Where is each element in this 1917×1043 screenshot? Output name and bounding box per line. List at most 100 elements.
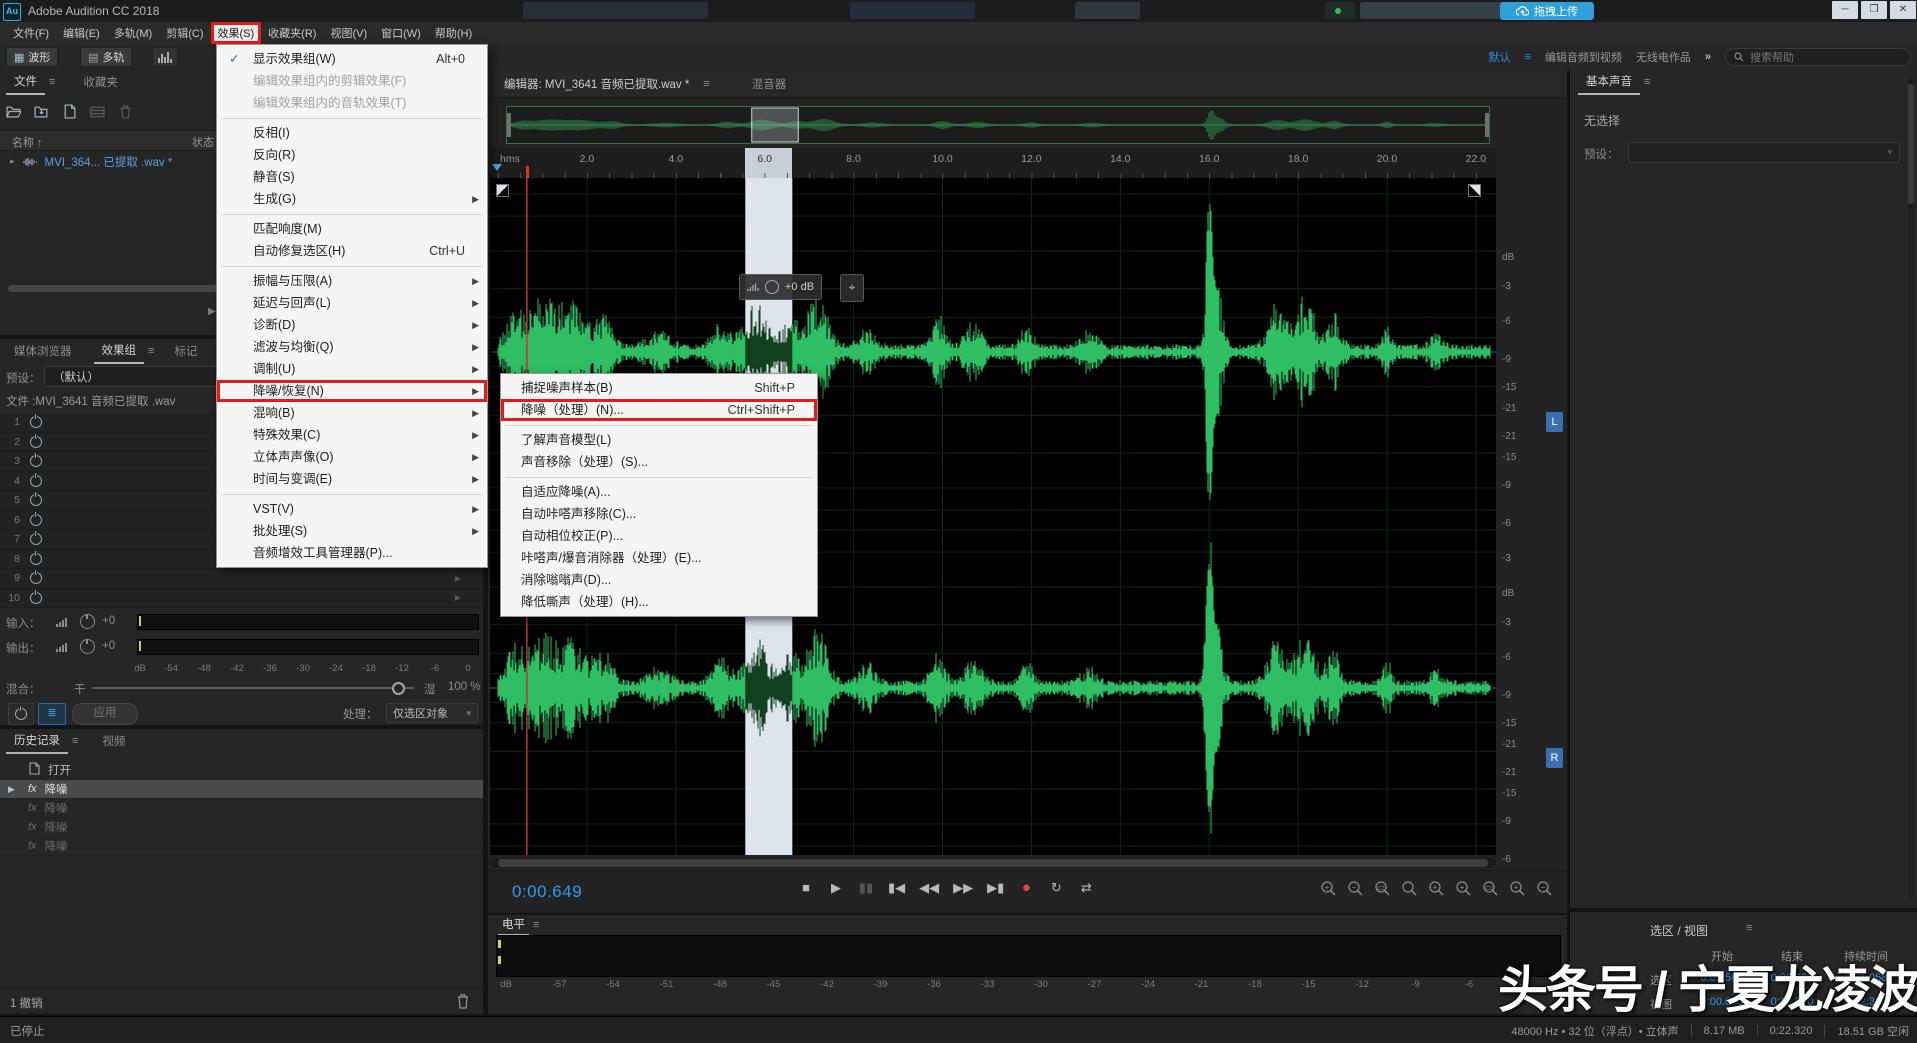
- ruler-playhead-handle[interactable]: [526, 166, 529, 178]
- menu-item-批处理(S)[interactable]: 批处理(S)▶: [217, 520, 487, 542]
- workspace-menu-icon[interactable]: ≡: [1524, 51, 1530, 63]
- menu-item-调制(U)[interactable]: 调制(U)▶: [217, 358, 487, 380]
- effects-rack-menu-icon[interactable]: ≡: [144, 345, 158, 357]
- menu-item-音频增效工具管理器(P)...[interactable]: 音频增效工具管理器(P)...: [217, 542, 487, 564]
- menubar-item-收藏夹(R)[interactable]: 收藏夹(R): [261, 22, 323, 44]
- menu-item-显示效果组(W)[interactable]: ✓显示效果组(W)Alt+0: [217, 48, 487, 70]
- skip-selection-button[interactable]: ⇄: [1078, 880, 1094, 896]
- name-column-header[interactable]: 名称 ↑: [12, 134, 43, 150]
- power-icon[interactable]: [30, 553, 42, 565]
- menu-item-生成(G)[interactable]: 生成(G)▶: [217, 188, 487, 210]
- power-icon[interactable]: [30, 436, 42, 448]
- horizontal-scrollbar-thumb[interactable]: [498, 859, 1488, 867]
- menubar-item-文件(F)[interactable]: 文件(F): [6, 22, 56, 44]
- zoom-in-at-in-point-button[interactable]: +: [1428, 880, 1445, 902]
- stop-button[interactable]: ■: [798, 880, 814, 895]
- power-icon[interactable]: [30, 533, 42, 545]
- zoom-out-amplitude-button[interactable]: −: [1347, 880, 1364, 902]
- menu-item-了解声音模型(L)[interactable]: 了解声音模型(L): [501, 429, 817, 451]
- menubar-item-编辑(E)[interactable]: 编辑(E): [56, 22, 107, 44]
- zoom-reset-button[interactable]: [1401, 880, 1418, 902]
- essential-sound-menu-icon[interactable]: ≡: [1640, 76, 1654, 88]
- menu-item-消除嗡嗡声(D)...[interactable]: 消除嗡嗡声(D)...: [501, 569, 817, 591]
- menu-item-降噪/恢复(N)[interactable]: 降噪/恢复(N)▶: [217, 380, 487, 402]
- tab-history[interactable]: 历史记录: [6, 728, 68, 754]
- menu-item-VST(V)[interactable]: VST(V)▶: [217, 498, 487, 520]
- upload-button[interactable]: 拖拽上传: [1500, 2, 1594, 20]
- tab-markers[interactable]: 标记: [166, 339, 205, 363]
- volume-hud[interactable]: +0 dB: [739, 274, 822, 300]
- import-file-icon[interactable]: [34, 104, 49, 124]
- history-item-降噪[interactable]: fx降噪: [0, 837, 483, 856]
- menubar-item-视图(V)[interactable]: 视图(V): [323, 22, 374, 44]
- files-panel-menu-icon[interactable]: ≡: [45, 76, 59, 88]
- mix-slider-knob[interactable]: [392, 682, 405, 695]
- menu-item-匹配响度(M)[interactable]: 匹配响度(M): [217, 218, 487, 240]
- zoom-in-horizontal-button[interactable]: +: [1509, 880, 1526, 902]
- play-button[interactable]: ▶: [828, 880, 844, 896]
- history-item-打开[interactable]: 打开: [0, 761, 483, 780]
- menu-item-滤波与均衡(Q)[interactable]: 滤波与均衡(Q)▶: [217, 336, 487, 358]
- menu-item-延迟与回声(L)[interactable]: 延迟与回声(L)▶: [217, 292, 487, 314]
- tab-video[interactable]: 视频: [94, 729, 133, 753]
- mix-slider-track[interactable]: [92, 687, 414, 689]
- history-panel-menu-icon[interactable]: ≡: [68, 735, 82, 747]
- effect-slot-10[interactable]: 10▶: [0, 589, 483, 609]
- apply-button[interactable]: 应用: [72, 703, 138, 725]
- rewind-button[interactable]: ◀◀: [919, 880, 939, 896]
- horizontal-scrollbar[interactable]: [490, 858, 1496, 868]
- minimize-button[interactable]: ─: [1832, 1, 1858, 19]
- slot-arrow-icon[interactable]: ▶: [455, 593, 461, 602]
- tab-favorites[interactable]: 收藏夹: [75, 70, 126, 94]
- vertical-scrollbar[interactable]: [1908, 78, 1914, 898]
- maximize-button[interactable]: ❐: [1861, 1, 1887, 19]
- rack-list-button[interactable]: ≣: [38, 703, 66, 725]
- channel-right-button[interactable]: R: [1546, 748, 1563, 768]
- menu-item-降低嘶声（处理）(H)...[interactable]: 降低嘶声（处理）(H)...: [501, 591, 817, 613]
- zoom-in-at-out-point-button[interactable]: +: [1455, 880, 1472, 902]
- levels-panel-menu-icon[interactable]: ≡: [529, 919, 543, 931]
- tab-essential-sound[interactable]: 基本声音: [1578, 69, 1640, 95]
- zoom-selection-button[interactable]: ▭: [1482, 880, 1499, 902]
- zoom-in-amplitude-button[interactable]: +: [1320, 880, 1337, 902]
- menubar-item-多轨(M)[interactable]: 多轨(M): [107, 22, 160, 44]
- menubar-item-效果(S)[interactable]: 效果(S): [211, 22, 262, 44]
- menu-item-反相(I)[interactable]: 反相(I): [217, 122, 487, 144]
- loop-playback-button[interactable]: ↻: [1048, 880, 1064, 896]
- workspace-radio-production-tab[interactable]: 无线电作品: [1636, 49, 1691, 65]
- zoom-to-selection-button[interactable]: ▭: [1374, 880, 1391, 902]
- menu-item-自动相位校正(P)...[interactable]: 自动相位校正(P)...: [501, 525, 817, 547]
- menu-item-特殊效果(C)[interactable]: 特殊效果(C)▶: [217, 424, 487, 446]
- history-item-降噪[interactable]: fx降噪: [0, 799, 483, 818]
- menu-item-降噪（处理）(N)...[interactable]: 降噪（处理）(N)...Ctrl+Shift+P: [501, 399, 817, 421]
- workspace-overflow-chevron[interactable]: »: [1705, 51, 1711, 63]
- power-icon[interactable]: [30, 592, 42, 604]
- spectral-display-button[interactable]: [152, 47, 178, 67]
- menu-item-静音(S)[interactable]: 静音(S): [217, 166, 487, 188]
- close-button[interactable]: ✕: [1890, 1, 1916, 19]
- selection-view-menu-icon[interactable]: ≡: [1746, 922, 1752, 934]
- status-column-header[interactable]: 状态: [192, 134, 214, 150]
- new-file-icon[interactable]: [62, 104, 77, 124]
- history-item-降噪[interactable]: ▶fx降噪: [0, 780, 483, 799]
- menu-item-捕捉噪声样本(B)[interactable]: 捕捉噪声样本(B)Shift+P: [501, 377, 817, 399]
- history-item-降噪[interactable]: fx降噪: [0, 818, 483, 837]
- expander-chevron-icon[interactable]: ▸: [10, 156, 15, 167]
- hud-pin-icon[interactable]: ⌖: [840, 274, 864, 302]
- multitrack-view-button[interactable]: ▤ 多轨: [80, 47, 132, 67]
- power-icon[interactable]: [30, 475, 42, 487]
- skip-to-start-button[interactable]: ▮◀: [888, 880, 905, 896]
- menu-item-自动修复选区(H)[interactable]: 自动修复选区(H)Ctrl+U: [217, 240, 487, 262]
- effect-slot-9[interactable]: 9▶: [0, 569, 483, 589]
- hud-gain-knob[interactable]: [765, 280, 779, 294]
- power-icon[interactable]: [30, 455, 42, 467]
- menu-item-咔嗒声/爆音消除器（处理）(E)...[interactable]: 咔嗒声/爆音消除器（处理）(E)...: [501, 547, 817, 569]
- power-icon[interactable]: [30, 572, 42, 584]
- power-icon[interactable]: [30, 494, 42, 506]
- tab-files[interactable]: 文件: [6, 69, 45, 95]
- overview-navigator[interactable]: [506, 106, 1490, 144]
- es-preset-dropdown[interactable]: ▾: [1628, 142, 1900, 163]
- skip-to-end-button[interactable]: ▶▮: [987, 880, 1004, 896]
- tab-levels[interactable]: 电平: [498, 914, 529, 936]
- menu-item-混响(B)[interactable]: 混响(B)▶: [217, 402, 487, 424]
